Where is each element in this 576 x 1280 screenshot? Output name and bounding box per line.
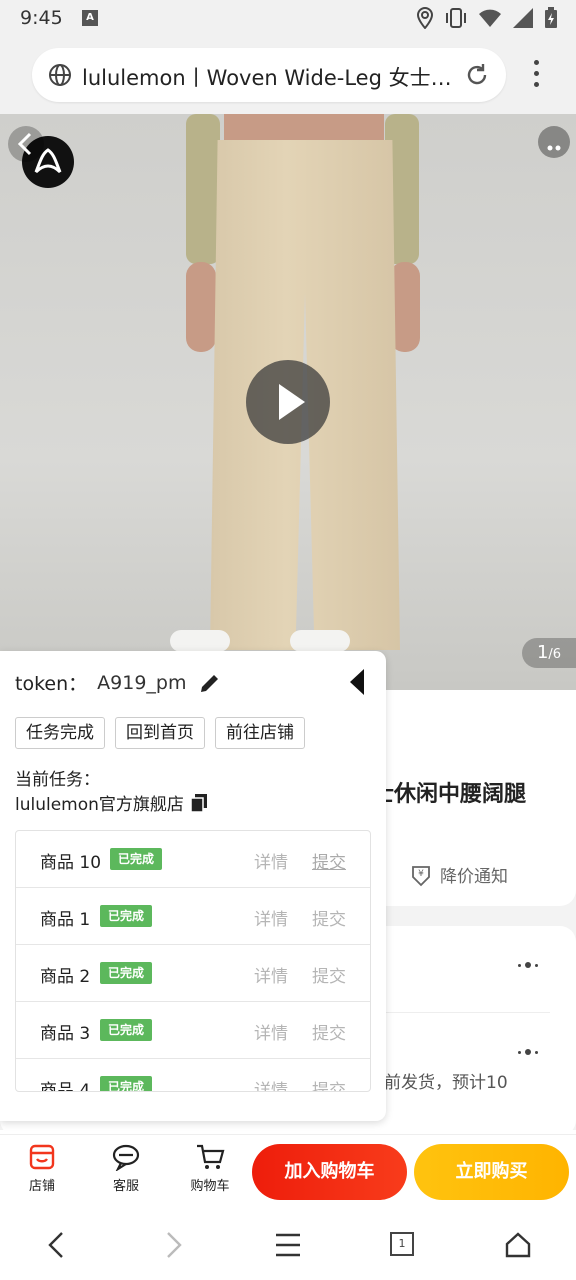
model-shoe-left (170, 630, 230, 652)
battery-icon (545, 7, 557, 28)
tab-count-button[interactable]: 1 (390, 1232, 414, 1256)
back-nav-icon[interactable] (44, 1230, 68, 1260)
store-button[interactable]: 店铺 (12, 1143, 72, 1194)
submit-link[interactable]: 提交 (312, 1076, 346, 1091)
url-title: lululemon丨Woven Wide-Leg 女士… (82, 66, 452, 90)
buy-now-button[interactable]: 立即购买 (414, 1144, 569, 1200)
play-video-button[interactable] (246, 360, 330, 444)
item-name: 商品 3 (40, 1024, 91, 1044)
detail-link[interactable]: 详情 (254, 1019, 288, 1044)
list-item: 商品 10 已完成 详情 提交 (16, 831, 370, 888)
add-to-cart-button[interactable]: 加入购物车 (252, 1144, 407, 1200)
notification-icon: A (82, 10, 98, 26)
token-value: A919_pm (97, 671, 187, 694)
browser-nav-bar (0, 1208, 576, 1280)
back-to-home-button[interactable]: 回到首页 (115, 717, 205, 749)
task-name: lululemon官方旗舰店 (15, 795, 184, 815)
url-bar[interactable]: lululemon丨Woven Wide-Leg 女士… (32, 48, 506, 102)
item-name: 商品 4 (40, 1081, 91, 1092)
task-complete-button[interactable]: 任务完成 (15, 717, 105, 749)
price-tag-icon: ¥ (412, 865, 430, 886)
action-buttons: 任务完成 回到首页 前往店铺 (15, 717, 305, 749)
edit-icon[interactable] (198, 671, 222, 695)
task-overlay-panel: token： A919_pm 任务完成 回到首页 前往店铺 当前任务： lulu… (0, 651, 386, 1121)
cart-button[interactable]: 购物车 (180, 1143, 240, 1194)
bottom-action-bar: 店铺 客服 购物车 加入购物车 立即购买 (0, 1134, 576, 1208)
location-icon (416, 7, 434, 29)
status-time: 9:45 (20, 7, 63, 29)
cart-icon (197, 1144, 225, 1169)
product-title: 士休闲中腰阔腿 (372, 782, 527, 807)
collapse-panel-icon[interactable] (346, 667, 368, 697)
status-badge: 已完成 (110, 848, 163, 870)
current-task-label: 当前任务： (15, 770, 100, 790)
go-to-store-button[interactable]: 前往店铺 (215, 717, 305, 749)
wifi-icon (479, 9, 501, 27)
more-options-icon[interactable] (518, 962, 538, 968)
status-badge: 已完成 (100, 1019, 153, 1041)
reload-icon[interactable] (464, 62, 490, 88)
divider (380, 1012, 550, 1013)
more-icon[interactable] (538, 126, 570, 158)
more-options-icon[interactable] (518, 1049, 538, 1055)
item-name: 商品 2 (40, 967, 91, 987)
model-shoe-right (290, 630, 350, 652)
token-row: token： A919_pm (15, 669, 222, 696)
copy-icon[interactable] (190, 793, 208, 813)
back-icon[interactable] (8, 126, 44, 162)
detail-link[interactable]: 详情 (254, 962, 288, 987)
svg-text:¥: ¥ (418, 869, 424, 879)
submit-link[interactable]: 提交 (312, 1019, 346, 1044)
signal-icon (513, 8, 533, 28)
list-item: 商品 2 已完成 详情 提交 (16, 945, 370, 1002)
price-drop-alert[interactable]: ¥ 降价通知 (410, 862, 508, 887)
item-name: 商品 1 (40, 910, 91, 930)
status-icons (416, 6, 558, 30)
counter-total: /6 (548, 647, 562, 662)
menu-icon[interactable] (274, 1230, 302, 1260)
submit-link[interactable]: 提交 (312, 962, 346, 987)
token-label: token： (15, 673, 88, 695)
image-counter: 1/6 (522, 638, 576, 668)
current-task-value: lululemon官方旗舰店 (15, 790, 208, 815)
chat-icon (112, 1144, 140, 1171)
status-bar: 9:45 A (0, 0, 576, 38)
cart-label: 购物车 (190, 1179, 230, 1194)
model-arm-left (186, 114, 220, 264)
item-name: 商品 10 (40, 853, 102, 873)
forward-nav-icon[interactable] (162, 1230, 186, 1260)
list-item: 商品 3 已完成 详情 提交 (16, 1002, 370, 1059)
home-icon[interactable] (504, 1230, 532, 1260)
counter-current: 1 (536, 642, 549, 663)
browser-toolbar: lululemon丨Woven Wide-Leg 女士… (0, 38, 576, 114)
customer-service-button[interactable]: 客服 (96, 1143, 156, 1194)
vibrate-icon (446, 8, 466, 28)
list-item: 商品 4 已完成 详情 提交 (16, 1059, 370, 1092)
status-badge: 已完成 (100, 905, 153, 927)
detail-link[interactable]: 详情 (254, 1076, 288, 1091)
status-badge: 已完成 (100, 1076, 153, 1091)
more-vert-icon[interactable] (524, 60, 548, 90)
task-item-list: 商品 10 已完成 详情 提交 商品 1 已完成 详情 提交 商品 2 已完成 … (15, 830, 371, 1092)
store-label: 店铺 (28, 1179, 55, 1194)
store-icon (29, 1144, 55, 1170)
submit-link[interactable]: 提交 (312, 848, 346, 873)
shipping-info: 前发货，预计10 (384, 1073, 508, 1093)
list-item: 商品 1 已完成 详情 提交 (16, 888, 370, 945)
detail-link[interactable]: 详情 (254, 905, 288, 930)
price-drop-label: 降价通知 (440, 867, 508, 887)
status-badge: 已完成 (100, 962, 153, 984)
globe-icon (49, 64, 71, 86)
product-image[interactable]: 1/6 (0, 114, 576, 690)
detail-link[interactable]: 详情 (254, 848, 288, 873)
model-waist (224, 114, 384, 144)
service-label: 客服 (112, 1179, 139, 1194)
model-hand-left (186, 262, 216, 352)
submit-link[interactable]: 提交 (312, 905, 346, 930)
